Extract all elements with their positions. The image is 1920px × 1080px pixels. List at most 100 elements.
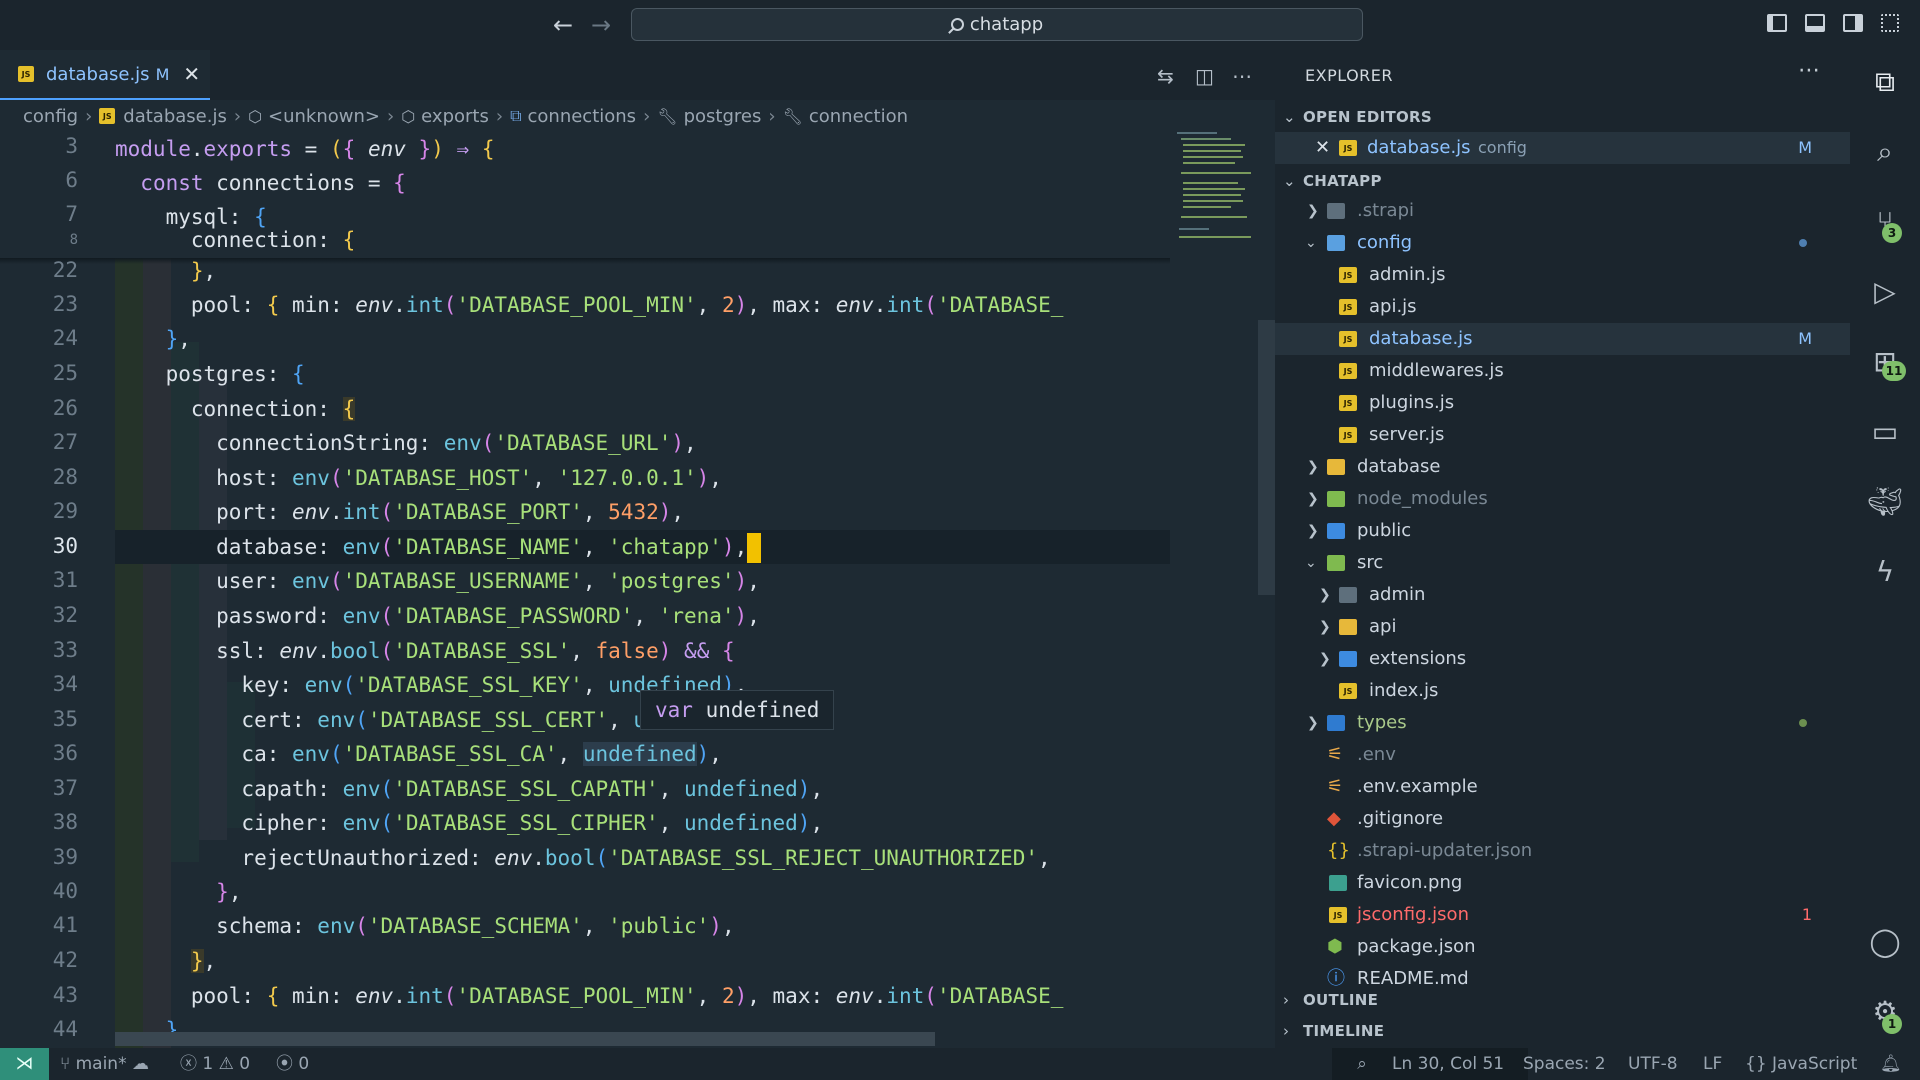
tree-item-index-js[interactable]: JS index.js [1275,675,1850,707]
language-mode[interactable]: {} JavaScript [1745,1048,1857,1080]
tree-item-api[interactable]: ❯ api [1275,611,1850,643]
tree-item-api-js[interactable]: JS api.js [1275,291,1850,323]
code-line[interactable]: }, [115,254,216,288]
code-line[interactable]: schema: env('DATABASE_SCHEMA', 'public')… [115,909,734,943]
tree-item-package-json[interactable]: ⬢ package.json [1275,931,1850,963]
code-line[interactable]: capath: env('DATABASE_SSL_CAPATH', undef… [115,772,823,806]
breadcrumb-symbol[interactable]: connection [809,106,908,127]
tree-item-jsconfig-json[interactable]: JS jsconfig.json 1 [1275,899,1850,931]
timeline-header[interactable]: › TIMELINE [1283,1022,1384,1040]
split-editor-icon[interactable]: ◫ [1195,64,1214,88]
open-editors-header[interactable]: ⌄ OPEN EDITORS [1283,108,1432,126]
breadcrumb-file[interactable]: database.js [123,106,227,127]
tree-item-label: node_modules [1357,488,1488,509]
tree-item-database[interactable]: ❯ database [1275,451,1850,483]
tree-item-admin-js[interactable]: JS admin.js [1275,259,1850,291]
indentation-selector[interactable]: Spaces: 2 [1523,1048,1606,1080]
code-line[interactable]: password: env('DATABASE_PASSWORD', 'rena… [115,599,760,633]
breadcrumb-folder[interactable]: config [23,106,78,127]
tree-item-config[interactable]: ⌄ config [1275,227,1850,259]
toggle-primary-sidebar-icon[interactable] [1767,14,1787,32]
tree-item-public[interactable]: ❯ public [1275,515,1850,547]
minimap[interactable] [1175,132,1255,252]
code-line[interactable]: ssl: env.bool('DATABASE_SSL', false) && … [115,634,735,668]
code-line[interactable]: connection: { [115,392,356,426]
breadcrumb-symbol[interactable]: connections [528,106,637,127]
account-icon[interactable]: ◯ [1867,924,1903,960]
breadcrumb-symbol[interactable]: <unknown> [268,106,380,127]
eol-selector[interactable]: LF [1703,1048,1722,1080]
docker-icon[interactable]: 🐳︎ [1867,484,1903,520]
toggle-secondary-sidebar-icon[interactable] [1843,14,1863,32]
back-arrow-icon[interactable]: ← [549,10,577,40]
horizontal-scrollbar[interactable] [115,1032,935,1046]
code-line[interactable]: }, [115,875,241,909]
search-text: chatapp [969,14,1044,35]
tree-item-env[interactable]: ⚟ .env [1275,739,1850,771]
breadcrumb-symbol[interactable]: postgres [684,106,762,127]
tree-item-favicon-png[interactable]: favicon.png [1275,867,1850,899]
project-header[interactable]: ⌄ CHATAPP [1283,172,1382,190]
remote-indicator-icon[interactable]: ⋊ [0,1048,49,1080]
code-line[interactable]: cipher: env('DATABASE_SSL_CIPHER', undef… [115,806,823,840]
tree-item-node-modules[interactable]: ❯ node_modules [1275,483,1850,515]
tree-item-types[interactable]: ❯ types [1275,707,1850,739]
sticky-code-line[interactable]: module.exports = ({ env }) ⇒ { [115,132,494,166]
search-icon[interactable]: ⌕ [1867,134,1903,170]
tree-item-admin[interactable]: ❯ admin [1275,579,1850,611]
more-actions-icon[interactable]: ⋯ [1232,64,1252,88]
tree-item-extensions[interactable]: ❯ extensions [1275,643,1850,675]
encoding-selector[interactable]: UTF-8 [1628,1048,1678,1080]
tree-item-plugins-js[interactable]: JS plugins.js [1275,387,1850,419]
tree-item-env-example[interactable]: ⚟ .env.example [1275,771,1850,803]
customize-layout-icon[interactable] [1881,14,1899,32]
ports-indicator[interactable]: ⦿ 0 [276,1048,309,1080]
tree-item-gitignore[interactable]: ◆ .gitignore [1275,803,1850,835]
code-line[interactable]: }, [115,322,191,356]
sticky-code-line[interactable]: const connections = { [115,166,406,200]
sticky-code-line[interactable]: connection: { [115,228,355,256]
command-center-search[interactable]: chatapp [631,8,1363,41]
remote-explorer-icon[interactable]: ▭ [1867,414,1903,450]
breadcrumb-symbol[interactable]: exports [421,106,489,127]
code-line[interactable]: postgres: { [115,357,305,391]
tab-database-js[interactable]: JS database.js M ✕ [0,50,210,100]
close-icon[interactable]: ✕ [183,62,200,86]
code-line[interactable]: ca: env('DATABASE_SSL_CA', undefined), [115,737,722,771]
tree-item-strapi-updater-json[interactable]: {} .strapi-updater.json [1275,835,1850,867]
toggle-panel-icon[interactable] [1805,14,1825,32]
open-editor-item[interactable]: ✕ JS database.js config M [1275,132,1850,164]
lightning-icon[interactable]: ϟ [1867,554,1903,590]
close-icon[interactable]: ✕ [1315,132,1330,164]
forward-arrow-icon[interactable]: → [587,10,615,40]
tree-item-strapi[interactable]: ❯ .strapi [1275,195,1850,227]
outline-header[interactable]: › OUTLINE [1283,991,1378,1009]
cursor-position[interactable]: Ln 30, Col 51 [1392,1048,1504,1080]
problems-indicator[interactable]: ⓧ 1 ⚠ 0 [180,1048,250,1080]
tree-item-src[interactable]: ⌄ src [1275,547,1850,579]
code-line[interactable]: pool: { min: env.int('DATABASE_POOL_MIN'… [115,288,1064,322]
code-line[interactable]: }, [115,944,216,978]
tree-item-database-js[interactable]: JS database.js M [1275,323,1850,355]
vertical-scrollbar[interactable] [1258,320,1275,595]
line-number: 6 [65,168,78,192]
code-line[interactable]: user: env('DATABASE_USERNAME', 'postgres… [115,564,760,598]
notifications-bell-icon[interactable]: 🔔︎ [1880,1048,1902,1080]
run-debug-icon[interactable]: ▷ [1867,274,1903,310]
code-line[interactable]: port: env.int('DATABASE_PORT', 5432), [115,495,684,529]
open-changes-icon[interactable]: ⇆ [1157,64,1174,88]
code-editor[interactable]: 3 6 7 8 module.exports = ({ env }) ⇒ { c… [0,132,1275,1048]
code-line[interactable]: host: env('DATABASE_HOST', '127.0.0.1'), [115,461,722,495]
more-actions-icon[interactable]: ⋯ [1798,58,1820,83]
code-line[interactable]: database: env('DATABASE_NAME', 'chatapp'… [115,530,762,564]
code-line[interactable]: pool: { min: env.int('DATABASE_POOL_MIN'… [115,979,1064,1013]
zoom-icon[interactable]: ⌕ [1332,1048,1392,1080]
code-line[interactable]: connectionString: env('DATABASE_URL'), [115,426,697,460]
explorer-files-icon[interactable]: ⧉ [1867,64,1903,100]
code-line[interactable]: rejectUnauthorized: env.bool('DATABASE_S… [115,841,1050,875]
javascript-file-icon: JS [99,108,116,124]
chevron-down-icon: ⌄ [1283,108,1296,126]
branch-indicator[interactable]: ⑂ main* ☁ [60,1048,149,1080]
tree-item-middlewares-js[interactable]: JS middlewares.js [1275,355,1850,387]
tree-item-server-js[interactable]: JS server.js [1275,419,1850,451]
